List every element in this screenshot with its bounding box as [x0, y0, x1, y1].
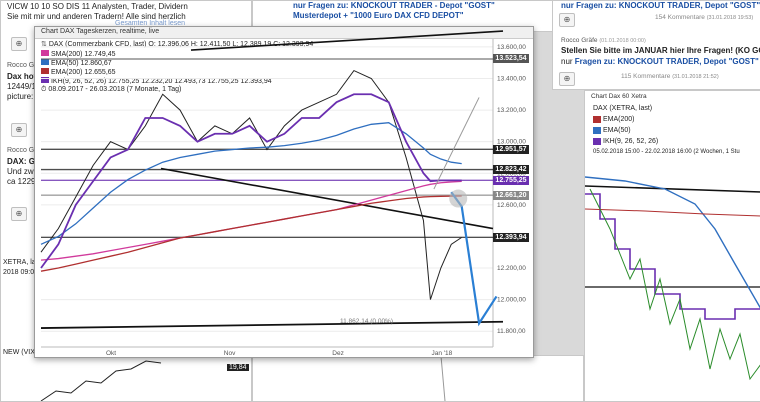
post-line-1b: 12449/1	[7, 82, 36, 91]
bg-right-panel: nur Fragen zu: KNOCKOUT TRADER, Depot "G…	[552, 0, 760, 90]
mini-chart-range: 05.02.2018 15:00 - 22.02.2018 16:00 (2 W…	[593, 149, 740, 155]
mini-price-line	[589, 188, 760, 381]
comments-count-1-date: (31.01.2018 19:53)	[706, 15, 754, 21]
post-subline-prefix: nur	[561, 57, 573, 66]
share-icon[interactable]: ⊕	[559, 72, 575, 86]
share-icon[interactable]: ⊕	[559, 13, 575, 27]
author-name-text: Rocco Gräfe	[561, 37, 598, 44]
price-tag: 12.393,94	[493, 232, 529, 242]
share-icon[interactable]: ⊕	[11, 207, 27, 221]
main-chart-window[interactable]: Chart DAX Tageskerzen, realtime, live ⇅ …	[34, 26, 534, 358]
mini-chart-window[interactable]: Chart Dax 60 Xetra DAX (XETRA, last) EMA…	[584, 90, 760, 402]
mini-chart-instrument: DAX (XETRA, last)	[593, 105, 653, 112]
bg-center-mini-chart	[440, 356, 446, 401]
price-tag: 12.951,57	[493, 144, 529, 154]
mini-legend-ema200: EMA(200)	[593, 116, 635, 123]
bg-left-mini-series	[40, 360, 162, 401]
mini-support-line	[585, 185, 760, 193]
share-icon[interactable]: ⊕	[11, 37, 27, 51]
price-tag: 12.661,20	[493, 190, 529, 200]
post-headline[interactable]: Stellen Sie bitte im JANUAR hier Ihre Fr…	[561, 46, 760, 55]
bg-left-top-text-1: VICW 10 10 SO DIS 11 Analysten, Trader, …	[7, 2, 188, 11]
comments-count-1-text: 154 Kommentare	[655, 14, 705, 21]
comments-count-1[interactable]: 154 Kommentare (31.01.2018 19:53)	[655, 14, 753, 21]
share-icon[interactable]: ⊕	[11, 123, 27, 137]
post-subline: nur Fragen zu: KNOCKOUT TRADER, Depot "G…	[561, 57, 759, 66]
bg-center-line-2[interactable]: Musterdepot + "1000 Euro DAX CFD DEPOT"	[293, 11, 464, 20]
post-line-1c: picture:	[7, 92, 34, 101]
mini-legend-ema50: EMA(50)	[593, 127, 631, 134]
bg-center-line-1[interactable]: nur Fragen zu: KNOCKOUT TRADER - Depot "…	[293, 1, 495, 10]
low-label: 11.862,14 (0,00%)	[340, 318, 393, 325]
bg-right-top-text[interactable]: nur Fragen zu: KNOCKOUT TRADER, Depot "G…	[561, 1, 760, 10]
mini-legend-ikh: IKH(9, 26, 52, 26)	[593, 138, 658, 145]
post-subline-link[interactable]: Fragen zu: KNOCKOUT TRADER, Depot "GOST"	[575, 57, 759, 66]
mini-chart-title: Chart Dax 60 Xetra	[591, 93, 647, 100]
price-tag: 13.523,54	[493, 54, 529, 64]
bg-center-mini-line	[440, 356, 446, 401]
post-line-1a: Dax hot	[7, 72, 37, 81]
comments-count-2[interactable]: 115 Kommentare (31.01.2018 21:52)	[621, 73, 719, 80]
price-tag-layer: 13.523,54 12.951,57 12.823,42 12.755,25 12.6…	[35, 27, 533, 357]
mini-chart-svg	[585, 176, 760, 381]
price-tag: 12.755,25	[493, 175, 529, 185]
comments-count-2-text: 115 Kommentare	[621, 73, 671, 80]
post-line-2c: ca 1229	[7, 177, 36, 186]
mini-ema200-line	[585, 208, 760, 217]
price-tag: 12.823,42	[493, 165, 529, 175]
author-date: (01.01.2018 00:00)	[599, 38, 646, 44]
mini-ema50-line	[585, 176, 760, 309]
comments-count-2-date: (31.01.2018 21:52)	[672, 74, 719, 80]
bg-center-bottom	[252, 355, 584, 402]
author-name[interactable]: Rocco Gräfe (01.01.2018 00:00)	[561, 37, 646, 44]
